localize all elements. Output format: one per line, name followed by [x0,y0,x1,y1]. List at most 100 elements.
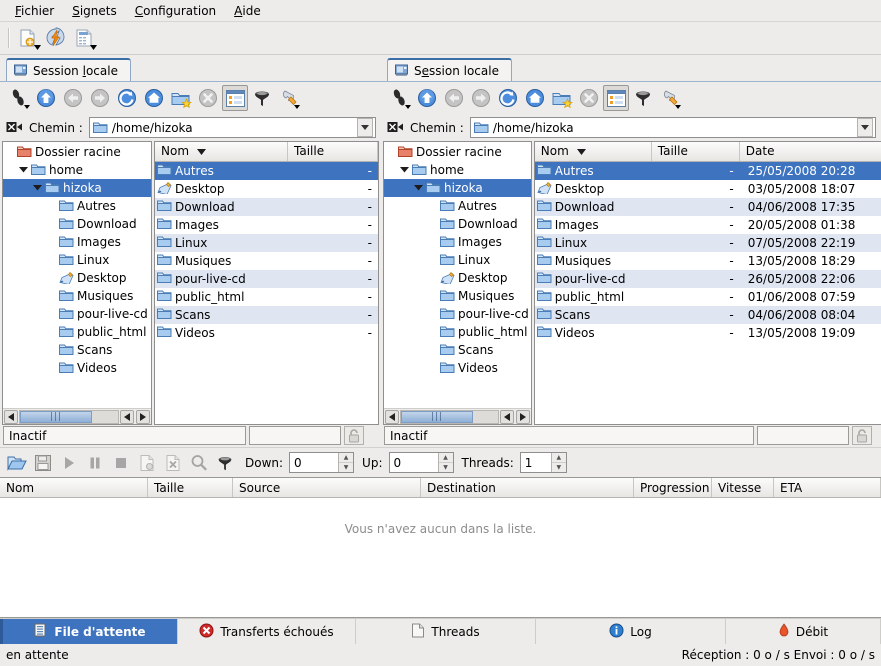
tree-view-button-right[interactable] [603,85,629,111]
stop-button[interactable] [109,451,133,475]
back-button-right[interactable] [441,85,467,111]
table-row[interactable]: Desktop- [155,180,378,198]
tree-node-videos[interactable]: Videos [384,359,531,377]
table-row[interactable]: pour-live-cd-26/05/2008 22:06 [535,270,881,288]
queue-header[interactable]: NomTailleSourceDestinationProgressionVit… [0,478,881,498]
threads-input[interactable] [521,453,551,472]
queue-column-taille[interactable]: Taille [148,478,233,497]
bottom-tab-d-bit[interactable]: Débit [726,619,881,644]
table-row[interactable]: public_html- [155,288,378,306]
tree-node-autres[interactable]: Autres [3,197,151,215]
tree-node-home[interactable]: home [3,161,151,179]
left-folder-tree[interactable]: Dossier racinehomehizokaAutresDownloadIm… [3,142,151,408]
disconnect-button-right[interactable] [576,85,602,111]
new-folder-button-right[interactable] [549,85,575,111]
path-combo-arrow-left[interactable] [357,118,373,137]
table-row[interactable]: Scans- [155,306,378,324]
queue-column-destination[interactable]: Destination [421,478,634,497]
menu-signets[interactable]: Signets [63,2,126,20]
table-row[interactable]: Images-20/05/2008 01:38 [535,216,881,234]
table-row[interactable]: Desktop-03/05/2008 18:07 [535,180,881,198]
tree-expander[interactable] [31,179,44,197]
filter-button-right[interactable] [630,85,656,111]
left-list-header[interactable]: NomTaille [155,142,378,162]
tree-node-public-html[interactable]: public_html [3,323,151,341]
queue-filter-button[interactable] [213,451,237,475]
new-folder-button-left[interactable] [168,85,194,111]
column-header-date[interactable]: Date [740,142,881,161]
scroll-left-button-2[interactable] [500,410,514,424]
scroll-left-button-2[interactable] [120,410,134,424]
tree-node-linux[interactable]: Linux [3,251,151,269]
up-spin-buttons[interactable]: ▲ ▼ [438,453,453,472]
tree-node-musiques[interactable]: Musiques [3,287,151,305]
search-button[interactable] [187,451,211,475]
menu-fichier[interactable]: Fichier [6,2,63,20]
clear-queue-button[interactable] [161,451,185,475]
scroll-right-button[interactable] [136,410,150,424]
up-button-right[interactable] [414,85,440,111]
tab-session-locale-right[interactable]: Session locale [387,58,512,81]
bottom-tab-threads[interactable]: Threads [356,619,536,644]
filter-button-left[interactable] [249,85,275,111]
tree-expander[interactable] [17,161,30,179]
queue-column-nom[interactable]: Nom [0,478,148,497]
left-file-rows[interactable]: Autres-Desktop-Download-Images-Linux-Mus… [155,162,378,424]
threads-spinner[interactable]: ▲ ▼ [520,452,567,473]
scroll-track[interactable]: ||| [400,410,499,424]
bottom-tab-transferts-chou-s[interactable]: Transferts échoués [178,619,356,644]
tree-node-pour-live-cd[interactable]: pour-live-cd [3,305,151,323]
table-row[interactable]: public_html-01/06/2008 07:59 [535,288,881,306]
tree-node-home[interactable]: home [384,161,531,179]
right-folder-tree[interactable]: Dossier racinehomehizokaAutresDownloadIm… [384,142,531,408]
scroll-track[interactable]: ||| [19,410,119,424]
path-combo-arrow-right[interactable] [857,118,873,137]
column-header-taille[interactable]: Taille [652,142,740,161]
spin-down-icon[interactable]: ▼ [339,463,353,472]
up-spinner[interactable]: ▲ ▼ [389,452,454,473]
table-row[interactable]: Musiques-13/05/2008 18:29 [535,252,881,270]
reload-button-left[interactable] [114,85,140,111]
walk-button-left[interactable] [6,85,32,111]
walk-button-right[interactable] [387,85,413,111]
spin-up-icon[interactable]: ▲ [552,453,566,463]
spin-down-icon[interactable]: ▼ [439,463,453,472]
scroll-left-button[interactable] [4,410,18,424]
right-list-header[interactable]: NomTailleDate [535,142,881,162]
remove-item-button[interactable] [135,451,159,475]
bottom-tab-log[interactable]: Log [536,619,726,644]
path-input-left[interactable]: /home/hizoka [89,117,376,138]
queue-column-eta[interactable]: ETA [774,478,881,497]
table-row[interactable]: Images- [155,216,378,234]
spin-up-icon[interactable]: ▲ [339,453,353,463]
column-header-nom[interactable]: Nom [535,142,652,161]
scroll-right-button[interactable] [516,410,530,424]
queue-column-progression[interactable]: Progression [634,478,712,497]
column-header-taille[interactable]: Taille [288,142,378,161]
table-row[interactable]: pour-live-cd- [155,270,378,288]
tree-node-hizoka[interactable]: hizoka [3,179,151,197]
spin-down-icon[interactable]: ▼ [552,463,566,472]
tree-node-scans[interactable]: Scans [3,341,151,359]
tree-node-dossier-racine[interactable]: Dossier racine [3,143,151,161]
down-spin-buttons[interactable]: ▲ ▼ [338,453,353,472]
tree-node-autres[interactable]: Autres [384,197,531,215]
down-spinner[interactable]: ▲ ▼ [289,452,354,473]
left-tree-hscrollbar[interactable]: ||| [3,408,151,424]
path-input-right[interactable]: /home/hizoka [470,117,876,138]
tree-expander[interactable] [398,161,411,179]
column-header-nom[interactable]: Nom [155,142,288,161]
back-button-left[interactable] [60,85,86,111]
menu-aide[interactable]: Aide [225,2,270,20]
threads-spin-buttons[interactable]: ▲ ▼ [551,453,566,472]
transfer-mode-button[interactable] [70,25,98,51]
tree-node-public-html[interactable]: public_html [384,323,531,341]
tools-button-left[interactable] [276,85,302,111]
tree-node-scans[interactable]: Scans [384,341,531,359]
spin-up-icon[interactable]: ▲ [439,453,453,463]
table-row[interactable]: Musiques- [155,252,378,270]
menu-configuration[interactable]: Configuration [126,2,225,20]
queue-column-vitesse[interactable]: Vitesse [712,478,774,497]
tree-node-download[interactable]: Download [3,215,151,233]
table-row[interactable]: Autres-25/05/2008 20:28 [535,162,881,180]
